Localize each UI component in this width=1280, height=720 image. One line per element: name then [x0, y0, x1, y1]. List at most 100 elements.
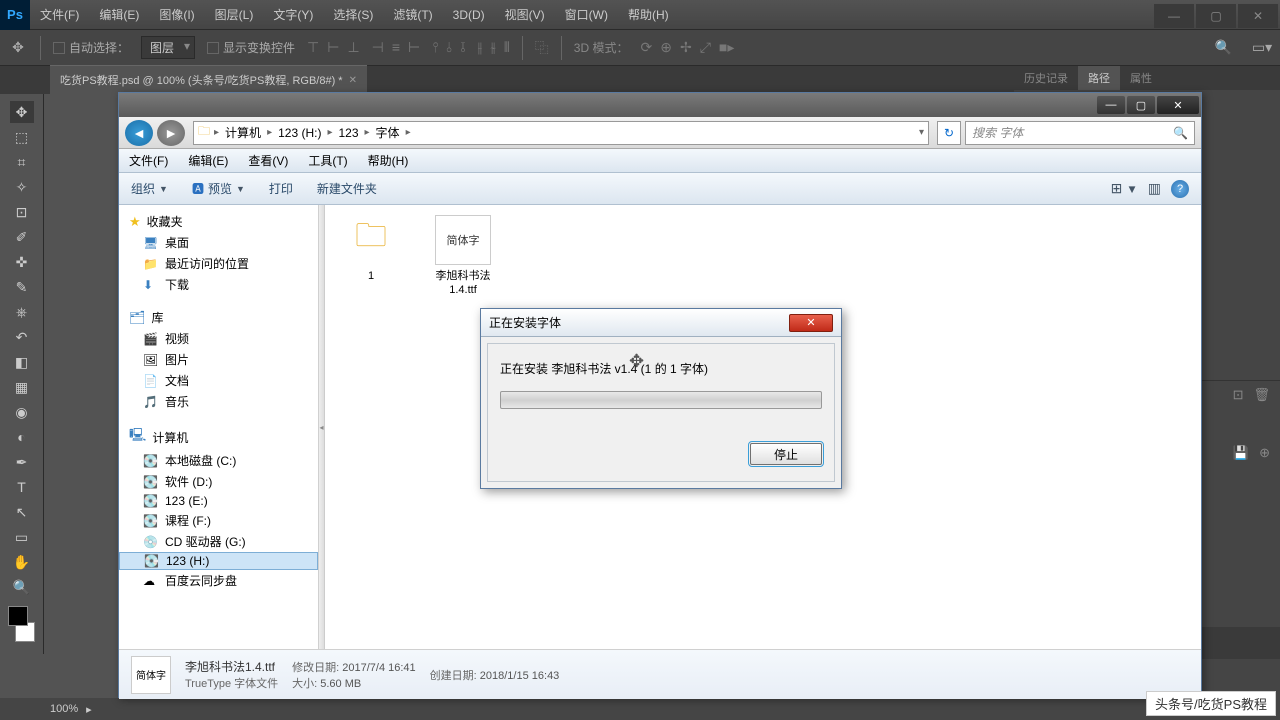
minimize-button[interactable]: — [1097, 96, 1125, 114]
view-mode-icon[interactable]: ⊞ ▼ [1111, 180, 1138, 197]
trash-icon[interactable]: 🗑 [1253, 387, 1270, 403]
refresh-button[interactable]: ↻ [937, 121, 961, 145]
marquee-tool-icon[interactable]: ⬚ [10, 126, 34, 148]
history-brush-icon[interactable]: ↶ [10, 326, 34, 348]
search-icon[interactable]: 🔍 [1215, 39, 1240, 56]
gradient-tool-icon[interactable]: ▦ [10, 376, 34, 398]
sidebar-item-drive-f[interactable]: 💽课程 (F:) [119, 510, 318, 531]
crumb-folder1[interactable]: 123 [332, 126, 364, 140]
new-folder-button[interactable]: 新建文件夹 [317, 180, 377, 197]
search-input[interactable]: 搜索 字体🔍 [965, 121, 1195, 145]
breadcrumb[interactable]: 🗀 ▸ 计算机▸ 123 (H:)▸ 123▸ 字体▸ ▾ [193, 121, 929, 145]
sidebar-item-documents[interactable]: 📄文档 [119, 370, 318, 391]
sidebar-item-pictures[interactable]: 🖼图片 [119, 349, 318, 370]
sidebar-item-drive-d[interactable]: 💽软件 (D:) [119, 471, 318, 492]
help-icon[interactable]: ? [1171, 180, 1189, 198]
sidebar-item-video[interactable]: 🎬视频 [119, 328, 318, 349]
stamp-tool-icon[interactable]: ⎈ [10, 301, 34, 323]
minimize-icon[interactable]: — [1154, 4, 1194, 28]
print-button[interactable]: 打印 [269, 180, 293, 197]
sidebar-item-baidu[interactable]: ☁百度云同步盘 [119, 570, 318, 591]
path-tool-icon[interactable]: ↖ [10, 501, 34, 523]
sidebar-item-downloads[interactable]: ⬇下载 [119, 274, 318, 295]
menu-file[interactable]: 文件(F) [30, 0, 89, 30]
menu-file[interactable]: 文件(F) [129, 152, 168, 169]
document-tab[interactable]: 吃货PS教程.psd @ 100% (头条号/吃货PS教程, RGB/8#) *… [50, 65, 367, 94]
tab-close-icon[interactable]: ✕ [349, 75, 357, 86]
show-transform-checkbox[interactable]: 显示变换控件 [207, 39, 295, 56]
auto-select-checkbox[interactable]: 自动选择： [53, 39, 129, 56]
sidebar-item-desktop[interactable]: 🖥桌面 [119, 232, 318, 253]
tab-history[interactable]: 历史记录 [1014, 66, 1078, 90]
menu-window[interactable]: 窗口(W) [555, 0, 618, 30]
menu-edit[interactable]: 编辑(E) [188, 152, 228, 169]
search-icon[interactable]: 🔍 [1173, 126, 1188, 140]
wand-tool-icon[interactable]: ✧ [10, 176, 34, 198]
sidebar-item-drive-e[interactable]: 💽123 (E:) [119, 492, 318, 510]
dialog-titlebar[interactable]: 正在安装字体 ✕ [481, 309, 841, 337]
stop-button[interactable]: 停止 [750, 443, 822, 465]
sidebar-item-drive-g[interactable]: 💿CD 驱动器 (G:) [119, 531, 318, 552]
font-file-name: 李旭科书法1.4.ttf [427, 269, 499, 298]
menu-type[interactable]: 文字(Y) [263, 0, 323, 30]
maximize-icon[interactable]: ▢ [1196, 4, 1236, 28]
crumb-drive[interactable]: 123 (H:) [272, 126, 327, 140]
menu-view[interactable]: 视图(V) [495, 0, 555, 30]
type-tool-icon[interactable]: T [10, 476, 34, 498]
menu-help[interactable]: 帮助(H) [618, 0, 679, 30]
menu-edit[interactable]: 编辑(E) [89, 0, 149, 30]
brush-tool-icon[interactable]: ✎ [10, 276, 34, 298]
save-icon[interactable]: 💾 [1233, 445, 1249, 461]
menu-tools[interactable]: 工具(T) [308, 152, 347, 169]
pen-tool-icon[interactable]: ✒ [10, 451, 34, 473]
dialog-close-button[interactable]: ✕ [789, 314, 833, 332]
menu-filter[interactable]: 滤镜(T) [383, 0, 442, 30]
maximize-button[interactable]: ▢ [1127, 96, 1155, 114]
tab-props[interactable]: 属性 [1120, 66, 1162, 90]
link-icon[interactable]: ⊡ [1233, 387, 1244, 403]
font-file-item[interactable]: 简体字 李旭科书法1.4.ttf [427, 215, 499, 298]
zoom-tool-icon[interactable]: 🔍 [10, 576, 34, 598]
new-icon[interactable]: ⊕ [1259, 445, 1270, 461]
folder-item[interactable]: 🗀 1 [335, 215, 407, 283]
hand-tool-icon[interactable]: ✋ [10, 551, 34, 573]
sidebar-computer-head[interactable]: 🖳计算机 [119, 424, 318, 450]
preview-button[interactable]: 🅰预览▼ [192, 180, 245, 197]
organize-button[interactable]: 组织▼ [131, 180, 168, 197]
heal-tool-icon[interactable]: ✜ [10, 251, 34, 273]
crop-tool-icon[interactable]: ⊡ [10, 201, 34, 223]
sidebar-item-drive-h[interactable]: 💽123 (H:) [119, 552, 318, 570]
crumb-folder2[interactable]: 字体 [370, 124, 406, 141]
close-button[interactable]: ✕ [1157, 96, 1199, 114]
layer-dropdown[interactable]: 图层 [141, 36, 195, 59]
sidebar-item-music[interactable]: 🎵音乐 [119, 391, 318, 412]
dodge-tool-icon[interactable]: ◐ [10, 426, 34, 448]
sidebar-favorites-head[interactable]: ★收藏夹 [119, 211, 318, 232]
shape-tool-icon[interactable]: ▭ [10, 526, 34, 548]
explorer-titlebar[interactable]: — ▢ ✕ [119, 93, 1201, 117]
blur-tool-icon[interactable]: ◉ [10, 401, 34, 423]
color-swatch[interactable] [4, 606, 39, 642]
sidebar-library-head[interactable]: 🗂库 [119, 307, 318, 328]
crumb-dropdown-icon[interactable]: ▾ [919, 127, 924, 138]
menu-select[interactable]: 选择(S) [323, 0, 383, 30]
lasso-tool-icon[interactable]: ⌗ [10, 151, 34, 173]
menu-layer[interactable]: 图层(L) [205, 0, 264, 30]
forward-button[interactable]: ► [157, 120, 185, 146]
menu-view[interactable]: 查看(V) [248, 152, 288, 169]
back-button[interactable]: ◄ [125, 120, 153, 146]
zoom-level[interactable]: 100% [50, 703, 78, 715]
menu-help[interactable]: 帮助(H) [368, 152, 409, 169]
preview-pane-icon[interactable]: ▥ [1148, 180, 1161, 197]
menu-3d[interactable]: 3D(D) [443, 0, 495, 30]
tab-paths[interactable]: 路径 [1078, 66, 1120, 90]
move-tool-icon[interactable]: ✥ [10, 101, 34, 123]
menu-image[interactable]: 图像(I) [149, 0, 204, 30]
sidebar-item-drive-c[interactable]: 💽本地磁盘 (C:) [119, 450, 318, 471]
eyedropper-tool-icon[interactable]: ✐ [10, 226, 34, 248]
sidebar-item-recent[interactable]: 📁最近访问的位置 [119, 253, 318, 274]
close-icon[interactable]: ✕ [1238, 4, 1278, 28]
workspace-icon[interactable]: ▭▾ [1252, 38, 1272, 58]
eraser-tool-icon[interactable]: ◧ [10, 351, 34, 373]
crumb-computer[interactable]: 计算机 [219, 124, 267, 141]
